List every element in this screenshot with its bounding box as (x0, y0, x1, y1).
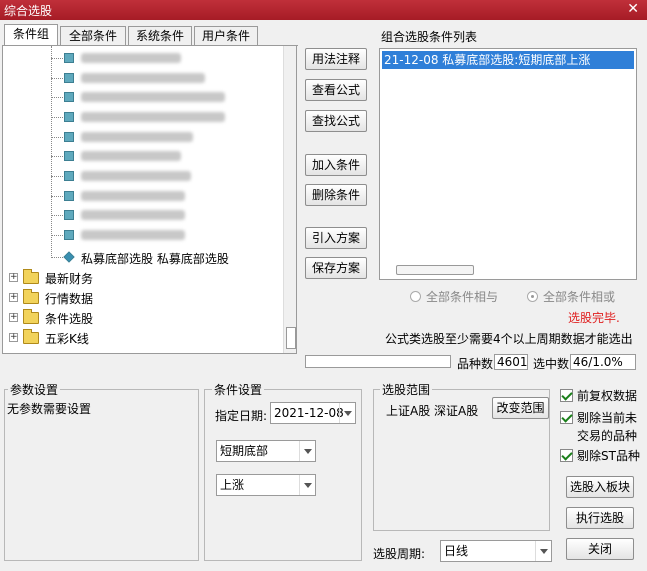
usage-note-button[interactable]: 用法注释 (305, 48, 367, 70)
formula-icon (64, 53, 74, 63)
count-value: 4601 (494, 354, 528, 370)
exclude-untraded-label-2: 交易的品种 (577, 429, 638, 443)
folder-icon (23, 309, 39, 324)
condition-tree[interactable]: 私募底部选股 私募底部选股 + 最新财务 + 行情数据 + 条件选股 + 五彩K… (2, 46, 297, 354)
chevron-down-icon[interactable] (339, 403, 355, 423)
select-to-block-button[interactable]: 选股入板块 (566, 476, 634, 498)
condition-list-item[interactable]: 21-12-08 私募底部选股:短期底部上涨 (382, 51, 634, 69)
param-settings-title: 参数设置 (8, 381, 61, 398)
save-plan-button[interactable]: 保存方案 (305, 257, 367, 279)
view-formula-button[interactable]: 查看公式 (305, 79, 367, 101)
title-bar: 综合选股 ✕ (0, 0, 647, 20)
expand-icon[interactable]: + (9, 293, 18, 302)
blurred-label (81, 210, 185, 220)
period-label: 选股周期: (373, 547, 426, 561)
folder-label: 最新财务 (45, 272, 94, 286)
blurred-label (81, 73, 205, 83)
condition-combo-1-value: 短期底部 (220, 444, 269, 458)
close-icon[interactable]: ✕ (627, 1, 639, 17)
date-label: 指定日期: (215, 409, 268, 423)
selected-value: 46/1.0% (570, 354, 636, 370)
tab-condition-group[interactable]: 条件组 (4, 24, 58, 46)
progress-bar (305, 355, 451, 368)
blurred-label (81, 132, 193, 142)
period-combo[interactable]: 日线 (440, 540, 552, 562)
condition-combo-2[interactable]: 上涨 (216, 474, 316, 496)
delete-condition-button[interactable]: 删除条件 (305, 184, 367, 206)
logic-and-label: 全部条件相与 (426, 290, 499, 304)
import-plan-button[interactable]: 引入方案 (305, 227, 367, 249)
adjusted-label: 前复权数据 (577, 389, 638, 403)
formula-icon (63, 251, 75, 263)
formula-icon (64, 230, 74, 240)
tree-scrollbar[interactable] (283, 46, 296, 353)
blurred-label (81, 92, 225, 102)
tree-scroll-thumb[interactable] (286, 327, 296, 349)
tab-system-conditions[interactable]: 系统条件 (128, 26, 192, 46)
expand-icon[interactable]: + (9, 273, 18, 282)
add-condition-button[interactable]: 加入条件 (305, 154, 367, 176)
blurred-label (81, 230, 185, 240)
status-note: 公式类选股至少需要4个以上周期数据才能选出 (385, 332, 633, 346)
formula-icon (64, 73, 74, 83)
folder-icon (23, 329, 39, 344)
condition-settings-title: 条件设置 (212, 381, 265, 398)
chevron-down-icon[interactable] (299, 475, 315, 495)
stock-range-text: 上证A股 深证A股 (386, 404, 479, 418)
exclude-untraded-checkbox[interactable] (560, 411, 573, 424)
blurred-label (81, 112, 225, 122)
date-picker[interactable]: 2021-12-08 (270, 402, 356, 424)
window-title: 综合选股 (4, 4, 53, 18)
tree-leaf-label: 私募底部选股 私募底部选股 (81, 252, 229, 266)
folder-label: 行情数据 (45, 292, 94, 306)
formula-icon (64, 171, 74, 181)
folder-icon (23, 289, 39, 304)
adjusted-checkbox[interactable] (560, 389, 573, 402)
formula-icon (64, 191, 74, 201)
condition-listbox[interactable]: 21-12-08 私募底部选股:短期底部上涨 (379, 48, 637, 280)
logic-or-label: 全部条件相或 (543, 290, 616, 304)
expand-icon[interactable]: + (9, 333, 18, 342)
expand-icon[interactable]: + (9, 313, 18, 322)
selected-label: 选中数 (533, 357, 570, 371)
period-value: 日线 (444, 544, 469, 558)
blurred-label (81, 191, 185, 201)
folder-icon (23, 269, 39, 284)
param-settings-text: 无参数需要设置 (7, 402, 92, 416)
exclude-st-checkbox[interactable] (560, 449, 573, 462)
exclude-untraded-label-1: 剔除当前未 (577, 411, 638, 425)
count-label: 品种数 (457, 357, 494, 371)
chevron-down-icon[interactable] (535, 541, 551, 561)
folder-label: 五彩K线 (45, 332, 89, 346)
condition-combo-2-value: 上涨 (220, 478, 245, 492)
folder-label: 条件选股 (45, 312, 94, 326)
close-button[interactable]: 关闭 (566, 538, 634, 560)
exclude-st-label: 剔除ST品种 (577, 449, 640, 463)
tab-user-conditions[interactable]: 用户条件 (194, 26, 258, 46)
blurred-label (81, 151, 181, 161)
formula-icon (64, 132, 74, 142)
date-value: 2021-12-08 (274, 406, 344, 420)
radio-circle (410, 291, 421, 302)
chevron-down-icon[interactable] (299, 441, 315, 461)
blurred-label (81, 171, 191, 181)
find-formula-button[interactable]: 查找公式 (305, 110, 367, 132)
condition-combo-1[interactable]: 短期底部 (216, 440, 316, 462)
change-range-button[interactable]: 改变范围 (492, 397, 549, 419)
tab-all-conditions[interactable]: 全部条件 (60, 26, 126, 46)
blurred-label (81, 53, 181, 63)
formula-icon (64, 112, 74, 122)
stock-range-title: 选股范围 (380, 381, 433, 398)
logic-or-radio[interactable]: 全部条件相或 (527, 288, 615, 305)
condition-list-label: 组合选股条件列表 (381, 30, 478, 44)
status-done: 选股完毕. (568, 311, 620, 325)
logic-and-radio[interactable]: 全部条件相与 (410, 288, 498, 305)
formula-icon (64, 210, 74, 220)
formula-icon (64, 92, 74, 102)
list-hscrollbar[interactable] (396, 265, 474, 275)
execute-selection-button[interactable]: 执行选股 (566, 507, 634, 529)
radio-circle (527, 291, 538, 302)
formula-icon (64, 151, 74, 161)
